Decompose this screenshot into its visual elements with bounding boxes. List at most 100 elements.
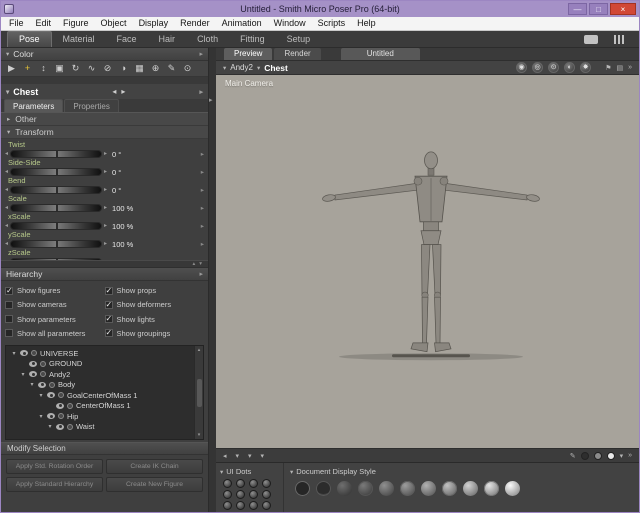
- color-dropdown-icon[interactable]: ▾: [620, 452, 624, 460]
- parameter-dial[interactable]: [10, 186, 102, 194]
- menu-scripts[interactable]: Scripts: [312, 17, 352, 30]
- dial-increment-icon[interactable]: ▸: [104, 150, 107, 158]
- hierarchy-item[interactable]: ▾ Waist: [8, 422, 192, 433]
- translate-pull-tool-icon[interactable]: +: [20, 62, 35, 75]
- morphing-tool-icon[interactable]: ✎: [164, 62, 179, 75]
- expander-icon[interactable]: ▾: [20, 371, 26, 378]
- display-style-cartoon-with-line[interactable]: [463, 481, 478, 496]
- eye-icon[interactable]: [56, 424, 64, 430]
- dial-decrement-icon[interactable]: ◂: [5, 204, 8, 212]
- menu-window[interactable]: Window: [268, 17, 312, 30]
- parameter-dial[interactable]: [10, 204, 102, 212]
- grouping-tool-icon[interactable]: ▦: [132, 62, 147, 75]
- scroll-down-icon[interactable]: ▾: [199, 261, 202, 267]
- dolly-camera-icon[interactable]: ⊙: [548, 62, 559, 73]
- parameter-dial[interactable]: [10, 222, 102, 230]
- color-tool-icon[interactable]: ◑: [116, 62, 131, 75]
- ui-dot[interactable]: [262, 490, 271, 499]
- dial-increment-icon[interactable]: ▸: [104, 168, 107, 176]
- room-tab-pose[interactable]: Pose: [7, 31, 52, 47]
- dial-menu-icon[interactable]: ▸: [201, 204, 204, 212]
- menu-help[interactable]: Help: [351, 17, 382, 30]
- dial-menu-icon[interactable]: ▸: [201, 240, 204, 248]
- create-ik-chain-button[interactable]: Create IK Chain: [106, 459, 203, 474]
- mannequin-figure[interactable]: [216, 75, 639, 448]
- eye-icon[interactable]: [47, 413, 55, 419]
- display-style-lit-wireframe[interactable]: [379, 481, 394, 496]
- show-lights-checkbox[interactable]: Show lights: [105, 313, 205, 326]
- display-style-texture-shaded[interactable]: [526, 481, 541, 496]
- hierarchy-item[interactable]: ▾ Body: [8, 380, 192, 391]
- display-style-flat-lined[interactable]: [421, 481, 436, 496]
- apply-std-rotation-order-button[interactable]: Apply Std. Rotation Order: [6, 459, 103, 474]
- ui-dot[interactable]: [236, 479, 245, 488]
- show-deformers-checkbox[interactable]: Show deformers: [105, 298, 205, 311]
- ui-dot[interactable]: [249, 501, 258, 510]
- collapse-triangle-icon[interactable]: ▾: [220, 468, 223, 476]
- figure-dropdown-icon[interactable]: ▾: [223, 64, 226, 72]
- viewport-canvas[interactable]: Main Camera: [216, 75, 639, 448]
- menu-object[interactable]: Object: [95, 17, 133, 30]
- scroll-down-icon[interactable]: ▾: [198, 432, 201, 438]
- maximize-button[interactable]: □: [589, 3, 608, 15]
- ui-dot[interactable]: [223, 501, 232, 510]
- actor-dropdown-icon[interactable]: ▾: [257, 64, 260, 72]
- flyout-arrow-icon[interactable]: ▸: [199, 270, 203, 278]
- tab-preview[interactable]: Preview: [224, 48, 272, 60]
- collapse-triangle-icon[interactable]: ▾: [290, 468, 293, 476]
- direct-manipulation-tool-icon[interactable]: ⊙: [180, 62, 195, 75]
- dial-menu-icon[interactable]: ▸: [201, 150, 204, 158]
- depth-cue-dropdown-icon[interactable]: ▾: [236, 452, 240, 460]
- dial-menu-icon[interactable]: ▸: [201, 222, 204, 230]
- eye-icon[interactable]: [47, 392, 55, 398]
- room-tab-fitting[interactable]: Fitting: [229, 32, 276, 47]
- room-tab-face[interactable]: Face: [106, 32, 148, 47]
- expander-icon[interactable]: ▾: [29, 381, 35, 388]
- menu-file[interactable]: File: [3, 17, 30, 30]
- collapse-triangle-icon[interactable]: ▾: [6, 50, 9, 58]
- ui-dot[interactable]: [236, 501, 245, 510]
- scroll-up-icon[interactable]: ▴: [192, 261, 195, 267]
- translate-inout-tool-icon[interactable]: ↕: [36, 62, 51, 75]
- actor-selector[interactable]: ▾ Chest ◂ ▸ ▸: [1, 84, 208, 99]
- collapse-left-icon[interactable]: ◂: [223, 452, 227, 460]
- eye-icon[interactable]: [29, 371, 37, 377]
- dial-decrement-icon[interactable]: ◂: [5, 240, 8, 248]
- dial-increment-icon[interactable]: ▸: [104, 222, 107, 230]
- panel-collapse-icon[interactable]: ▸: [209, 96, 213, 104]
- actor-dropdown-icon[interactable]: ▾: [6, 88, 9, 96]
- show-props-checkbox[interactable]: Show props: [105, 284, 205, 297]
- close-button[interactable]: ×: [610, 3, 636, 15]
- menu-edit[interactable]: Edit: [30, 17, 58, 30]
- eye-icon[interactable]: [56, 403, 64, 409]
- display-style-smooth-lined[interactable]: [505, 481, 520, 496]
- eye-icon[interactable]: [38, 382, 46, 388]
- tab-properties[interactable]: Properties: [64, 99, 118, 112]
- display-style-hidden-line[interactable]: [358, 481, 373, 496]
- expander-icon[interactable]: ▾: [38, 413, 44, 420]
- display-style-silhouette[interactable]: [295, 481, 310, 496]
- tree-scrollbar[interactable]: ▴ ▾: [194, 346, 203, 439]
- document-tab[interactable]: Untitled: [341, 48, 420, 60]
- dial-menu-icon[interactable]: ▸: [201, 168, 204, 176]
- parameter-dial[interactable]: [10, 150, 102, 158]
- create-new-figure-button[interactable]: Create New Figure: [106, 477, 203, 492]
- ui-dot[interactable]: [262, 479, 271, 488]
- menu-animation[interactable]: Animation: [216, 17, 268, 30]
- show-cameras-checkbox[interactable]: Show cameras: [5, 298, 105, 311]
- panel-divider[interactable]: ▸: [209, 48, 216, 512]
- parameter-dial[interactable]: [10, 258, 102, 260]
- scale-tool-icon[interactable]: ▣: [52, 62, 67, 75]
- display-style-smooth-shaded[interactable]: [484, 481, 499, 496]
- prev-actor-icon[interactable]: ◂: [112, 87, 116, 96]
- panel-menu-icon[interactable]: ▤: [616, 64, 623, 72]
- view-magnifier-tool-icon[interactable]: ⊕: [148, 62, 163, 75]
- display-style-wireframe[interactable]: [337, 481, 352, 496]
- light-control-icon[interactable]: ✸: [580, 62, 591, 73]
- expander-icon[interactable]: ▾: [11, 350, 17, 357]
- hierarchy-item[interactable]: ▾ Andy2: [8, 369, 192, 380]
- pointer-tool-icon[interactable]: ▶: [4, 62, 19, 75]
- shadow-dropdown-icon[interactable]: ▾: [248, 452, 252, 460]
- orbit-camera-icon[interactable]: ◐: [564, 62, 575, 73]
- tab-parameters[interactable]: Parameters: [4, 99, 63, 112]
